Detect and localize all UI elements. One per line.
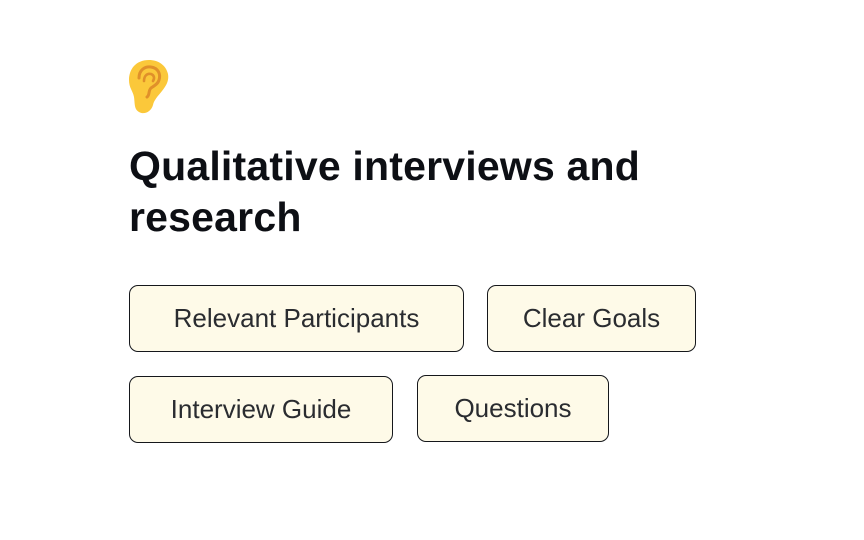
page: Qualitative interviews and research Rele… <box>0 0 864 540</box>
tag-relevant-participants[interactable]: Relevant Participants <box>129 285 464 352</box>
tag-questions[interactable]: Questions <box>417 375 609 442</box>
page-title: Qualitative interviews and research <box>129 143 641 240</box>
tag-clear-goals[interactable]: Clear Goals <box>487 285 696 352</box>
ear-icon <box>127 58 171 114</box>
tag-interview-guide[interactable]: Interview Guide <box>129 376 393 443</box>
